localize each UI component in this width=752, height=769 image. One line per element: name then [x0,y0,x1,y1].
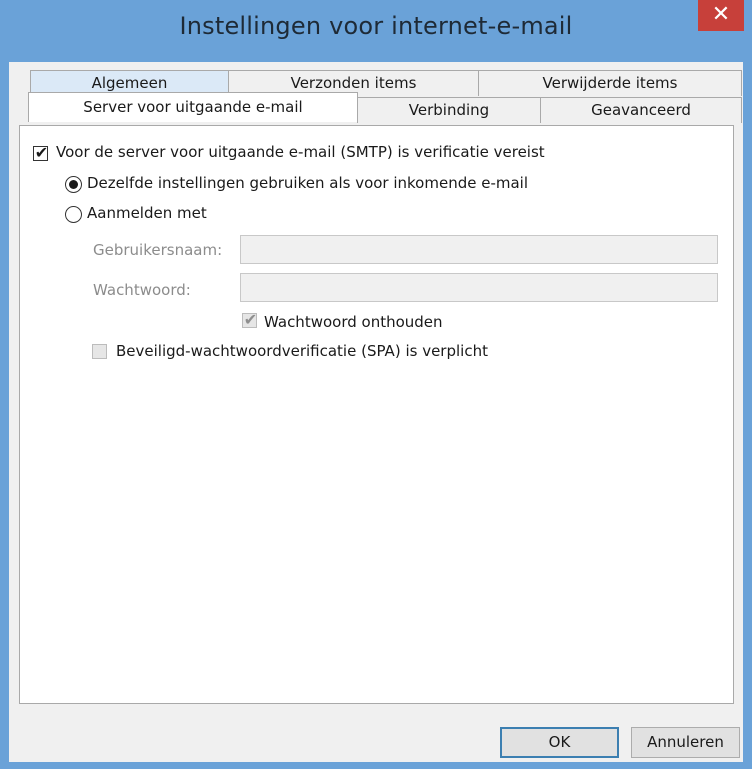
smtp-auth-label: Voor de server voor uitgaande e-mail (SM… [56,143,545,161]
close-icon: ✕ [711,2,731,27]
username-label: Gebruikersnaam: [93,241,223,259]
password-label: Wachtwoord: [93,281,191,299]
password-field[interactable] [240,273,718,302]
tab-geavanceerd[interactable]: Geavanceerd [540,97,742,123]
login-with-radio[interactable] [65,206,82,223]
tab-verwijderde-items[interactable]: Verwijderde items [478,70,742,96]
cancel-button[interactable]: Annuleren [631,727,740,758]
spa-checkbox[interactable] [92,344,107,359]
close-button[interactable]: ✕ [698,0,744,31]
remember-password-checkbox[interactable]: ✔ [242,310,258,329]
radio-selected-dot [69,180,78,189]
tab-panel-outgoing-server: ✔ Voor de server voor uitgaande e-mail (… [19,125,734,704]
spa-label: Beveiligd-wachtwoordverificatie (SPA) is… [116,342,488,360]
title-bar[interactable]: Instellingen voor internet-e-mail ✕ [0,0,752,62]
same-settings-radio[interactable] [65,176,82,193]
same-settings-label: Dezelfde instellingen gebruiken als voor… [87,174,529,192]
username-field[interactable] [240,235,718,264]
ok-button[interactable]: OK [500,727,619,758]
remember-password-label: Wachtwoord onthouden [264,313,443,331]
dialog-window: Instellingen voor internet-e-mail ✕ Alge… [0,0,752,769]
check-icon: ✔ [243,310,258,329]
window-title: Instellingen voor internet-e-mail [179,12,573,40]
login-with-label: Aanmelden met [87,204,207,222]
check-icon: ✔ [34,143,49,162]
tab-verbinding[interactable]: Verbinding [357,97,541,123]
smtp-auth-checkbox[interactable]: ✔ [33,143,49,162]
tab-server-voor-uitgaande-email[interactable]: Server voor uitgaande e-mail [28,92,358,122]
